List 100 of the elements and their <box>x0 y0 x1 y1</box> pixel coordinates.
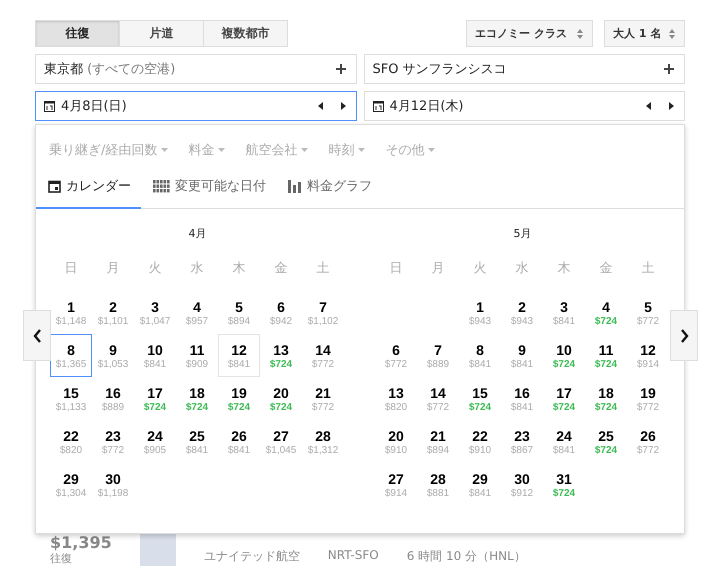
cabin-class-dropdown[interactable]: エコノミー クラス <box>466 20 593 47</box>
calendar-day[interactable]: 17 $724 <box>134 377 176 420</box>
calendar-day[interactable]: 28 $881 <box>417 463 459 506</box>
next-icon <box>668 102 674 110</box>
calendar-day[interactable]: 7 $1,102 <box>302 291 344 334</box>
calendar-day[interactable]: 1 $1,148 <box>50 291 92 334</box>
destination-field[interactable]: SFO サンフランシスコ <box>364 54 685 84</box>
calendar-day[interactable]: 20 $724 <box>260 377 302 420</box>
calendar-day[interactable]: 25 $724 <box>585 420 627 463</box>
plus-icon <box>336 64 346 74</box>
calendar-day[interactable]: 21 $772 <box>302 377 344 420</box>
passengers-dropdown[interactable]: 大人 1 名 <box>604 20 685 47</box>
calendar-day[interactable]: 31 $724 <box>543 463 585 506</box>
chevron-left-icon <box>32 328 42 342</box>
trip-type-tab[interactable]: 複数都市 <box>203 20 288 47</box>
calendar-day[interactable]: 26 $772 <box>627 420 669 463</box>
weekday-label: 土 <box>640 260 656 278</box>
result-price: $1,395 <box>50 534 112 551</box>
calendar-day[interactable]: 18 $724 <box>585 377 627 420</box>
sort-caret-icon <box>576 28 584 40</box>
chevron-right-icon <box>680 328 688 342</box>
calendar-day[interactable]: 25 $841 <box>176 420 218 463</box>
trip-type-tab[interactable]: 往復 <box>35 20 120 47</box>
origin-field[interactable]: 東京都 (すべての空港) <box>35 54 356 84</box>
calendar-day[interactable]: 24 $841 <box>543 420 585 463</box>
calendar-day[interactable]: 27 $914 <box>375 463 417 506</box>
return-date-field[interactable]: 4月12日(木) <box>364 91 685 121</box>
caret-icon <box>428 148 436 152</box>
weekday-label: 火 <box>148 260 162 278</box>
destination-value: SFO サンフランシスコ <box>372 61 508 78</box>
calendar-day[interactable]: 20 $910 <box>375 420 417 463</box>
calendar-day[interactable]: 18 $724 <box>176 377 218 420</box>
weekday-label: 金 <box>598 260 614 278</box>
calendar-day[interactable]: 12 $914 <box>627 334 669 377</box>
calendar-day[interactable]: 15 $1,133 <box>50 377 92 420</box>
weekday-label: 金 <box>274 260 288 278</box>
calendar-day[interactable]: 5 $894 <box>218 291 260 334</box>
calendar-day[interactable]: 24 $905 <box>134 420 176 463</box>
depart-date-field[interactable]: 4月8日(日) <box>35 91 356 121</box>
calendar-day[interactable]: 3 $1,047 <box>134 291 176 334</box>
calendar-day[interactable]: 5 $772 <box>627 291 669 334</box>
calendar-day[interactable]: 2 $943 <box>501 291 543 334</box>
return-date-value: 4月12日(木) <box>390 98 464 115</box>
weekday-label: 水 <box>514 260 530 278</box>
month-title: 4月 <box>188 226 208 242</box>
calendar-day[interactable]: 27 $1,045 <box>260 420 302 463</box>
calendar-day[interactable]: 8 $1,365 <box>50 334 92 377</box>
previous-month-button[interactable] <box>23 310 51 361</box>
calendar-day[interactable]: 13 $820 <box>375 377 417 420</box>
view-tab[interactable]: 料金グラフ <box>276 165 382 209</box>
calendar-day[interactable]: 22 $910 <box>459 420 501 463</box>
calendar-day[interactable]: 16 $841 <box>501 377 543 420</box>
calendar-icon <box>48 180 61 192</box>
calendar-day[interactable]: 10 $724 <box>543 334 585 377</box>
calendar-day[interactable]: 9 $841 <box>501 334 543 377</box>
calendar-day[interactable]: 28 $1,312 <box>302 420 344 463</box>
calendar-day[interactable]: 4 $957 <box>176 291 218 334</box>
bar-chart-icon <box>288 180 302 192</box>
calendar-day[interactable]: 15 $724 <box>459 377 501 420</box>
calendar-day[interactable]: 17 $724 <box>543 377 585 420</box>
calendar-day[interactable]: 16 $889 <box>92 377 134 420</box>
calendar-day[interactable]: 23 $772 <box>92 420 134 463</box>
calendar-day[interactable]: 7 $889 <box>417 334 459 377</box>
calendar-day[interactable]: 19 $724 <box>218 377 260 420</box>
calendar-day[interactable]: 4 $724 <box>585 291 627 334</box>
calendar-day[interactable]: 14 $772 <box>417 377 459 420</box>
calendar-day[interactable]: 9 $1,053 <box>92 334 134 377</box>
depart-date-value: 4月8日(日) <box>61 98 128 115</box>
calendar-day[interactable]: 13 $724 <box>260 334 302 377</box>
calendar-day[interactable]: 6 $772 <box>375 334 417 377</box>
sort-caret-icon <box>668 28 676 40</box>
calendar-day[interactable]: 1 $943 <box>459 291 501 334</box>
calendar-day[interactable]: 29 $1,304 <box>50 463 92 506</box>
weekday-label: 土 <box>316 260 330 278</box>
weekday-label: 木 <box>232 260 246 278</box>
calendar-day[interactable]: 10 $841 <box>134 334 176 377</box>
calendar-day[interactable]: 12 $841 <box>218 334 260 377</box>
view-tab[interactable]: 変更可能な日付 <box>141 165 276 209</box>
calendar-day[interactable]: 22 $820 <box>50 420 92 463</box>
trip-type-tab[interactable]: 片道 <box>119 20 204 47</box>
calendar-day[interactable]: 21 $894 <box>417 420 459 463</box>
calendar-day[interactable]: 3 $841 <box>543 291 585 334</box>
calendar-day[interactable]: 19 $772 <box>627 377 669 420</box>
calendar-day[interactable]: 11 $724 <box>585 334 627 377</box>
previous-icon <box>646 102 652 110</box>
calendar-day[interactable]: 23 $867 <box>501 420 543 463</box>
calendar-day[interactable]: 8 $841 <box>459 334 501 377</box>
view-tab[interactable]: カレンダー <box>36 165 141 209</box>
calendar-day[interactable]: 2 $1,101 <box>92 291 134 334</box>
caret-icon <box>358 148 366 152</box>
calendar-day[interactable]: 14 $772 <box>302 334 344 377</box>
next-month-button[interactable] <box>670 310 698 361</box>
calendar-day[interactable]: 29 $841 <box>459 463 501 506</box>
calendar-day[interactable]: 30 $1,198 <box>92 463 134 506</box>
month-title: 5月 <box>512 226 532 242</box>
calendar-day[interactable]: 26 $841 <box>218 420 260 463</box>
airline-logo-placeholder <box>140 534 176 566</box>
calendar-day[interactable]: 6 $942 <box>260 291 302 334</box>
calendar-day[interactable]: 11 $909 <box>176 334 218 377</box>
calendar-day[interactable]: 30 $912 <box>501 463 543 506</box>
